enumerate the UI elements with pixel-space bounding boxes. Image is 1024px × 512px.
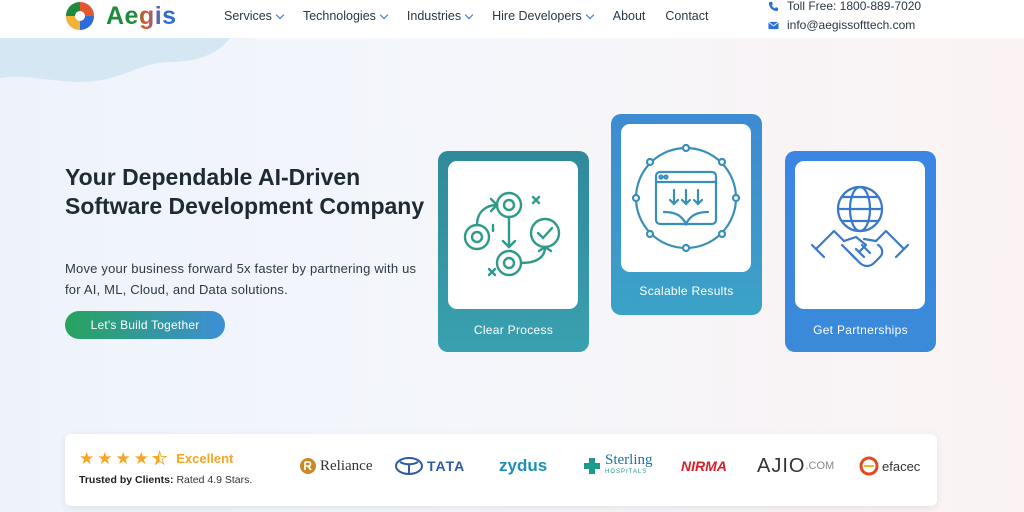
client-subname: .COM [805, 460, 835, 472]
client-logo-tata: TATA [395, 457, 491, 475]
feature-card-get-partnerships[interactable]: Get Partnerships [785, 151, 936, 352]
contact-info: Toll Free: 1800-889-7020 info@aegissoftt… [768, 0, 921, 35]
client-name: Sterling [605, 452, 653, 468]
rating-stars: ★ ★ ★ ★ ★ Excellent [79, 449, 234, 468]
star-icon: ★ [133, 449, 149, 468]
chevron-down-icon [379, 10, 389, 19]
aegis-logo-icon [65, 1, 95, 31]
email-row[interactable]: info@aegissofttech.com [768, 16, 921, 35]
phone-text: Toll Free: 1800-889-7020 [787, 0, 922, 13]
hero-title: Your Dependable AI-Driven Software Devel… [65, 164, 425, 219]
phone-row[interactable]: Toll Free: 1800-889-7020 [768, 0, 921, 16]
nav-contact[interactable]: Contact [665, 9, 708, 23]
chevron-down-icon [585, 10, 594, 19]
logo[interactable]: Aegis [64, 0, 177, 32]
half-star-icon: ★ [152, 449, 168, 468]
client-logos: Reliance TATA zydus Sterling HOSPITALS N… [299, 452, 931, 478]
rating-word: Excellent [176, 451, 234, 466]
trusted-label: Trusted by Clients: [79, 474, 174, 486]
nav-label: About [612, 9, 646, 23]
scalable-window-icon [631, 143, 741, 253]
mail-icon [768, 20, 779, 31]
efacec-icon [859, 456, 879, 476]
client-logo-efacec: efacec [859, 456, 931, 476]
card-icon-panel [621, 124, 751, 272]
cta-button[interactable]: Let's Build Together [65, 311, 225, 339]
trusted-text: Trusted by Clients: Rated 4.9 Stars. [79, 474, 252, 486]
nav-label: Industries [406, 9, 462, 23]
client-name: efacec [882, 458, 921, 474]
feature-card-clear-process[interactable]: Clear Process [438, 151, 589, 352]
client-logo-nirma: NIRMA [681, 458, 751, 474]
handshake-globe-icon [810, 185, 910, 268]
star-icon: ★ [97, 449, 113, 468]
chevron-down-icon [275, 10, 285, 19]
client-logo-zydus: zydus [499, 456, 575, 476]
nav-label: Services [224, 9, 272, 23]
decorative-wave [0, 38, 230, 82]
sterling-cross-icon [584, 458, 600, 474]
client-name: Reliance [320, 457, 373, 474]
logo-text: Aegis [106, 1, 177, 30]
client-logo-reliance: Reliance [299, 457, 387, 475]
card-label: Scalable Results [639, 284, 734, 298]
nav-industries[interactable]: Industries [406, 9, 474, 23]
nav-services[interactable]: Services [224, 9, 285, 23]
client-name: AJIO [757, 454, 806, 477]
trusted-rating: Rated 4.9 Stars. [176, 474, 253, 486]
nav-label: Technologies [302, 9, 376, 23]
phone-icon [768, 1, 779, 12]
nav-label: Contact [665, 9, 709, 23]
nav-hire-developers[interactable]: Hire Developers [492, 9, 594, 23]
client-name: TATA [427, 458, 466, 474]
trust-bar: ★ ★ ★ ★ ★ Excellent Trusted by Clients: … [65, 434, 937, 506]
client-subname: HOSPITALS [605, 469, 648, 475]
main-nav: Services Technologies Industries Hire De… [224, 9, 729, 23]
card-label: Clear Process [473, 323, 554, 337]
reliance-icon [300, 458, 316, 474]
nav-label: Hire Developers [492, 9, 582, 23]
process-flow-icon [463, 191, 561, 277]
tata-icon [395, 457, 423, 475]
sterling-text: Sterling HOSPITALS [605, 452, 653, 478]
email-text: info@aegissofttech.com [787, 18, 916, 32]
card-icon-panel [795, 161, 925, 309]
client-name: NIRMA [681, 458, 727, 474]
card-label: Get Partnerships [813, 323, 908, 337]
site-header: Aegis Services Technologies Industries H… [0, 0, 1024, 38]
client-logo-sterling: Sterling HOSPITALS [583, 452, 671, 478]
feature-card-scalable-results[interactable]: Scalable Results [611, 114, 762, 315]
client-logo-ajio: AJIO .COM [757, 455, 853, 478]
nav-about[interactable]: About [613, 9, 646, 23]
nav-technologies[interactable]: Technologies [302, 9, 389, 23]
hero-subtitle: Move your business forward 5x faster by … [65, 261, 417, 297]
client-name: zydus [499, 456, 548, 475]
star-icon: ★ [115, 449, 131, 468]
star-icon: ★ [79, 449, 95, 468]
card-icon-panel [448, 161, 578, 309]
chevron-down-icon [464, 10, 474, 19]
